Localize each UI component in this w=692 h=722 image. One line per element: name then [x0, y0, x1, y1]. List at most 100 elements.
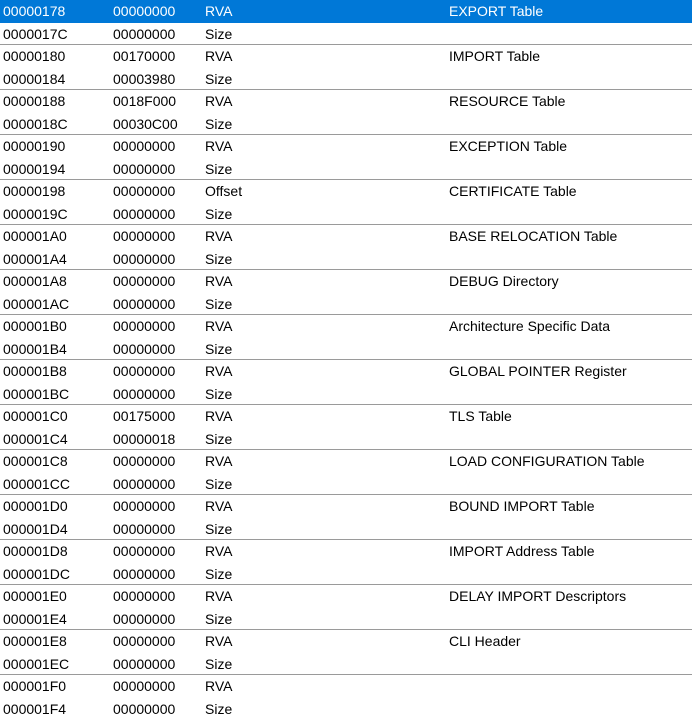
- table-row[interactable]: 00000188 0018F000 RVA RESOURCE Table: [0, 90, 692, 113]
- data-cell: 00000000: [113, 3, 176, 19]
- data-cell: 00000000: [113, 700, 176, 717]
- description-cell: RVA: [205, 408, 233, 424]
- table-row[interactable]: 000001C4 00000018 Size: [0, 428, 692, 450]
- offset-cell: 00000184: [3, 70, 66, 87]
- table-row[interactable]: 000001B4 00000000 Size: [0, 338, 692, 360]
- table-row[interactable]: 0000019C 00000000 Size: [0, 203, 692, 225]
- table-row[interactable]: 00000184 00003980 Size: [0, 68, 692, 91]
- offset-cell: 000001E8: [3, 633, 67, 649]
- table-row[interactable]: 000001E0 00000000 RVA DELAY IMPORT Descript…: [0, 585, 692, 608]
- value-cell: LOAD CONFIGURATION Table: [449, 453, 645, 469]
- table-row[interactable]: 000001A0 00000000 RVA BASE RELOCATION Table: [0, 225, 692, 248]
- offset-cell: 000001C8: [3, 453, 68, 469]
- offset-cell: 000001E4: [3, 610, 67, 627]
- data-cell: 00030C00: [113, 115, 178, 132]
- offset-cell: 000001B8: [3, 363, 67, 379]
- table-row[interactable]: 000001AC 00000000 Size: [0, 293, 692, 316]
- table-row[interactable]: 0000017C 00000000 Size: [0, 23, 692, 45]
- value-cell: [449, 68, 692, 91]
- table-row[interactable]: 0000018C 00030C00 Size: [0, 113, 692, 136]
- description-cell: Size: [205, 475, 233, 492]
- value-cell: EXPORT Table: [449, 3, 544, 19]
- description-cell: Size: [205, 520, 233, 537]
- table-row[interactable]: 000001C8 00000000 RVA LOAD CONFIGURATION Ta…: [0, 450, 692, 473]
- data-cell: 00000000: [113, 678, 176, 694]
- offset-cell: 00000190: [3, 138, 66, 154]
- description-cell: RVA: [205, 633, 233, 649]
- offset-cell: 000001B4: [3, 340, 67, 357]
- offset-cell: 000001F4: [3, 700, 67, 717]
- data-cell: 00000000: [113, 25, 176, 42]
- offset-cell: 0000018C: [3, 115, 68, 132]
- table-row[interactable]: 000001A4 00000000 Size: [0, 248, 692, 270]
- offset-cell: 00000198: [3, 183, 66, 199]
- description-cell: RVA: [205, 228, 233, 244]
- offset-cell: 000001A0: [3, 228, 67, 244]
- offset-cell: 0000019C: [3, 205, 68, 222]
- table-row[interactable]: 000001BC 00000000 Size: [0, 383, 692, 405]
- table-row[interactable]: 00000194 00000000 Size: [0, 158, 692, 181]
- value-cell: [449, 293, 692, 316]
- table-row[interactable]: 000001D8 00000000 RVA IMPORT Address Table: [0, 540, 692, 563]
- value-cell: TLS Table: [449, 408, 512, 424]
- table-row[interactable]: 00000190 00000000 RVA EXCEPTION Table: [0, 135, 692, 158]
- description-cell: Size: [205, 700, 233, 717]
- offset-cell: 0000017C: [3, 25, 68, 42]
- table-row[interactable]: 000001A8 00000000 RVA DEBUG Directory: [0, 270, 692, 293]
- description-cell: Size: [205, 250, 233, 267]
- offset-cell: 000001C4: [3, 430, 68, 447]
- data-cell: 00000000: [113, 273, 176, 289]
- table-row[interactable]: 000001E4 00000000 Size: [0, 608, 692, 630]
- table-row-selected[interactable]: 00000178 00000000 RVA EXPORT Table: [0, 0, 692, 23]
- offset-cell: 00000188: [3, 93, 66, 109]
- offset-cell: 00000178: [3, 3, 66, 19]
- table-row[interactable]: 000001E8 00000000 RVA CLI Header: [0, 630, 692, 653]
- description-cell: Size: [205, 655, 233, 672]
- table-row[interactable]: 000001EC 00000000 Size: [0, 653, 692, 676]
- data-cell: 00000000: [113, 340, 176, 357]
- table-row[interactable]: 000001B8 00000000 RVA GLOBAL POINTER Regist…: [0, 360, 692, 383]
- table-row[interactable]: 000001B0 00000000 RVA Architecture Specific…: [0, 315, 692, 338]
- value-cell: [449, 563, 692, 586]
- value-cell: [449, 653, 692, 676]
- data-cell: 00000000: [113, 610, 176, 627]
- data-cell: 00000000: [113, 655, 176, 672]
- value-cell: [449, 675, 692, 698]
- data-cell: 00000000: [113, 160, 176, 177]
- value-cell: BOUND IMPORT Table: [449, 498, 595, 514]
- offset-cell: 000001D0: [3, 498, 68, 514]
- value-cell: [449, 113, 692, 136]
- offset-cell: 000001EC: [3, 655, 70, 672]
- value-cell: GLOBAL POINTER Register: [449, 363, 627, 379]
- table-row[interactable]: 000001F0 00000000 RVA: [0, 675, 692, 698]
- description-cell: RVA: [205, 453, 233, 469]
- data-cell: 00175000: [113, 408, 176, 424]
- data-cell: 00000000: [113, 565, 176, 582]
- value-cell: IMPORT Address Table: [449, 543, 595, 559]
- description-cell: RVA: [205, 273, 233, 289]
- table-row[interactable]: 000001D0 00000000 RVA BOUND IMPORT Table: [0, 495, 692, 518]
- value-cell: [449, 158, 692, 181]
- data-cell: 00000000: [113, 363, 176, 379]
- offset-cell: 000001BC: [3, 385, 70, 402]
- description-cell: Size: [205, 115, 233, 132]
- table-row[interactable]: 000001D4 00000000 Size: [0, 518, 692, 540]
- value-cell: CLI Header: [449, 633, 521, 649]
- table-row[interactable]: 000001C0 00175000 RVA TLS Table: [0, 405, 692, 428]
- offset-cell: 000001B0: [3, 318, 67, 334]
- offset-cell: 000001A4: [3, 250, 67, 267]
- table-row[interactable]: 000001F4 00000000 Size: [0, 698, 692, 721]
- value-cell: [449, 473, 692, 496]
- offset-cell: 000001E0: [3, 588, 67, 604]
- description-cell: RVA: [205, 498, 233, 514]
- table-row[interactable]: 00000180 00170000 RVA IMPORT Table: [0, 45, 692, 68]
- table-row[interactable]: 000001CC 00000000 Size: [0, 473, 692, 496]
- description-cell: RVA: [205, 318, 233, 334]
- offset-cell: 000001D8: [3, 543, 68, 559]
- description-cell: RVA: [205, 363, 233, 379]
- data-cell: 00000000: [113, 588, 176, 604]
- description-cell: Size: [205, 295, 233, 312]
- table-row[interactable]: 000001DC 00000000 Size: [0, 563, 692, 586]
- table-row[interactable]: 00000198 00000000 Offset CERTIFICATE Table: [0, 180, 692, 203]
- data-cell: 00000000: [113, 475, 176, 492]
